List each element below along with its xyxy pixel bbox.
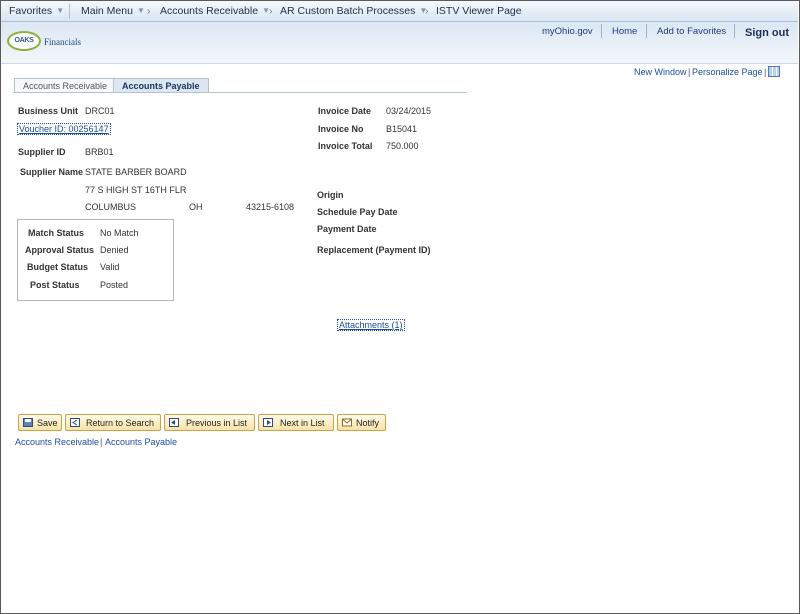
new-window-link[interactable]: New Window xyxy=(634,67,687,77)
breadcrumb-istv-viewer[interactable]: ISTV Viewer Page xyxy=(436,5,522,17)
oaks-logo: OAKS xyxy=(7,31,41,51)
footer-accounts-receivable-link[interactable]: Accounts Receivable xyxy=(15,437,99,447)
breadcrumb-accounts-receivable[interactable]: Accounts Receivable ▼ xyxy=(160,5,270,17)
header-band: OAKS Financials myOhio.gov Home Add to F… xyxy=(1,22,798,64)
grid-icon[interactable] xyxy=(768,66,780,77)
post-status-value: Posted xyxy=(100,280,129,290)
return-to-search-label: Return to Search xyxy=(86,418,155,428)
chevron-down-icon: ▼ xyxy=(56,6,65,15)
supplier-name-value: STATE BARBER BOARD xyxy=(85,167,187,177)
previous-icon xyxy=(169,418,179,427)
favorites-menu[interactable]: Favorites ▼ xyxy=(9,5,64,17)
invoice-total-value: 750.000 xyxy=(386,141,419,151)
invoice-date-value: 03/24/2015 xyxy=(386,106,432,116)
tab-accounts-receivable[interactable]: Accounts Receivable xyxy=(14,78,117,92)
header-divider xyxy=(601,24,602,38)
tab-accounts-payable[interactable]: Accounts Payable xyxy=(113,78,209,93)
budget-status-label: Budget Status xyxy=(27,262,89,272)
add-to-favorites-link[interactable]: Add to Favorites xyxy=(657,26,726,37)
next-in-list-button[interactable]: Next in List xyxy=(258,414,334,431)
status-box: Match Status No Match Approval Status De… xyxy=(17,219,174,301)
breadcrumb-label: ISTV Viewer Page xyxy=(436,5,522,17)
notify-label: Notify xyxy=(356,418,380,428)
payment-date-label: Payment Date xyxy=(317,224,377,234)
sign-out-link[interactable]: Sign out xyxy=(745,27,789,39)
supplier-zip: 43215-6108 xyxy=(246,202,295,212)
supplier-name-label: Supplier Name xyxy=(20,167,84,177)
header-divider xyxy=(734,24,735,38)
breadcrumb-chevron-icon: › xyxy=(425,5,429,17)
envelope-icon xyxy=(342,418,352,427)
breadcrumb-label: AR Custom Batch Processes xyxy=(280,5,416,17)
post-status-label: Post Status xyxy=(30,280,80,290)
footer-separator: | xyxy=(100,437,103,447)
main-menu[interactable]: Main Menu ▼ xyxy=(81,5,145,17)
invoice-total-label: Invoice Total xyxy=(318,141,373,151)
invoice-date-label: Invoice Date xyxy=(318,106,372,116)
schedule-pay-date-label: Schedule Pay Date xyxy=(317,207,398,217)
save-icon xyxy=(23,418,33,427)
supplier-address: 77 S HIGH ST 16TH FLR xyxy=(85,185,187,195)
return-to-search-button[interactable]: Return to Search xyxy=(65,414,161,431)
voucher-id-link[interactable]: Voucher ID: 00256147 xyxy=(17,123,111,135)
utility-separator: | xyxy=(688,67,691,77)
match-status-label: Match Status xyxy=(28,228,85,238)
chevron-down-icon: ▼ xyxy=(136,6,145,15)
breadcrumb-chevron-icon: › xyxy=(269,5,273,17)
business-unit-value: DRC01 xyxy=(85,106,115,116)
business-unit-label: Business Unit xyxy=(18,106,79,116)
save-button[interactable]: Save xyxy=(18,414,62,431)
next-icon xyxy=(263,418,273,427)
invoice-no-label: Invoice No xyxy=(318,124,364,134)
invoice-no-value: B15041 xyxy=(386,124,418,134)
supplier-state: OH xyxy=(189,202,203,212)
tab-underline xyxy=(13,92,467,93)
supplier-id-value: BRB01 xyxy=(85,147,114,157)
breadcrumb-ar-custom-batch[interactable]: AR Custom Batch Processes ▼ xyxy=(280,5,427,17)
header-divider xyxy=(646,24,647,38)
approval-status-label: Approval Status xyxy=(25,245,95,255)
save-label: Save xyxy=(37,418,58,428)
supplier-city: COLUMBUS xyxy=(85,202,137,212)
breadcrumb-label: Accounts Receivable xyxy=(160,5,259,17)
breadcrumb-chevron-icon: › xyxy=(147,5,151,17)
logo-text: OAKS xyxy=(14,37,34,44)
approval-status-value: Denied xyxy=(100,245,129,255)
logo-subtitle: Financials xyxy=(44,37,81,47)
origin-label: Origin xyxy=(317,190,344,200)
notify-button[interactable]: Notify xyxy=(337,414,386,431)
main-menu-label: Main Menu xyxy=(81,5,133,17)
attachments-link[interactable]: Attachments (1) xyxy=(337,319,405,331)
next-in-list-label: Next in List xyxy=(280,418,325,428)
replacement-payment-id-label: Replacement (Payment ID) xyxy=(317,245,431,255)
myohio-link[interactable]: myOhio.gov xyxy=(542,26,593,37)
previous-in-list-label: Previous in List xyxy=(186,418,248,428)
match-status-value: No Match xyxy=(100,228,139,238)
return-icon xyxy=(70,418,80,427)
home-link[interactable]: Home xyxy=(612,26,637,37)
personalize-page-link[interactable]: Personalize Page xyxy=(692,67,763,77)
budget-status-value: Valid xyxy=(100,262,120,272)
supplier-id-label: Supplier ID xyxy=(18,147,66,157)
footer-accounts-payable-link[interactable]: Accounts Payable xyxy=(105,437,177,447)
utility-separator: | xyxy=(764,67,767,77)
favorites-label: Favorites xyxy=(9,5,53,17)
menu-divider xyxy=(69,4,70,19)
previous-in-list-button[interactable]: Previous in List xyxy=(164,414,255,431)
top-menu-bar: Favorites ▼ Main Menu ▼ › Accounts Receiva… xyxy=(1,1,798,22)
